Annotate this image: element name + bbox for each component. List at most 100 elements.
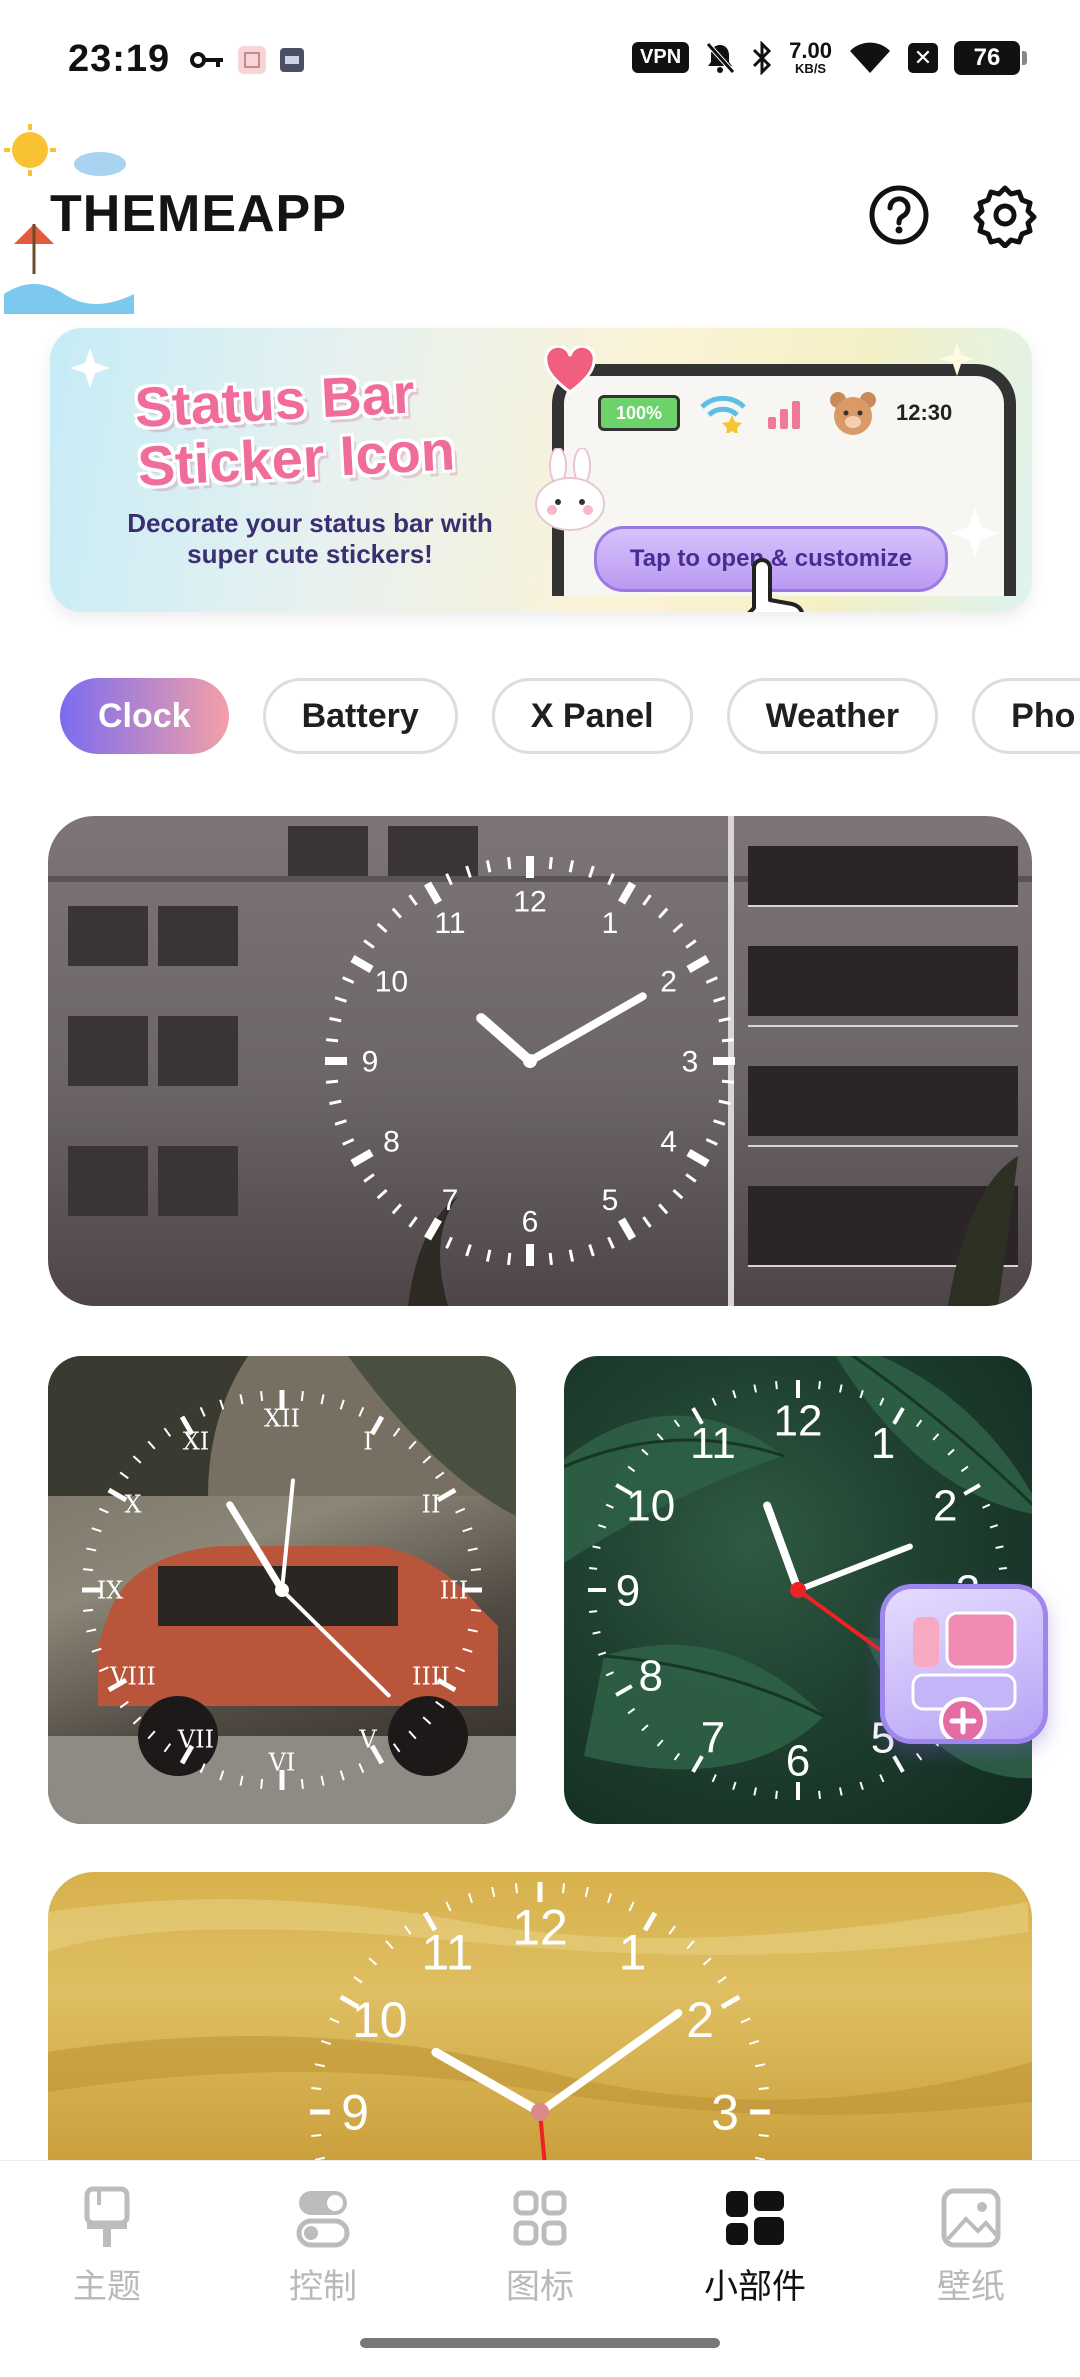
clock-number: 1 xyxy=(619,1924,647,1980)
clock-tick xyxy=(455,1666,466,1673)
clock-tick xyxy=(718,1016,731,1023)
clock-widget-card[interactable]: 121234567891011 xyxy=(48,816,1032,1306)
clock-widget-card[interactable]: 121234567891011 xyxy=(48,1872,1032,2172)
clock-tick xyxy=(199,1406,206,1417)
clock-number: I xyxy=(363,1427,372,1455)
clock-tick xyxy=(718,1099,731,1106)
clock-tick xyxy=(339,1399,345,1410)
clock-tick xyxy=(392,1427,401,1437)
clock-tick xyxy=(462,1647,473,1653)
add-widget-button[interactable] xyxy=(880,1584,1048,1745)
clock-tick xyxy=(548,1252,553,1266)
clock-hand xyxy=(795,1543,913,1593)
clock-number: V xyxy=(358,1725,377,1753)
clock-tick xyxy=(358,1763,365,1774)
clock-tick xyxy=(404,1925,412,1935)
clock-tick xyxy=(658,1203,669,1215)
gear-icon xyxy=(973,185,1037,248)
brush-icon xyxy=(84,2186,130,2247)
clock-tick xyxy=(685,939,697,949)
help-button[interactable] xyxy=(864,180,934,250)
clock-tick xyxy=(507,1252,512,1266)
clock-tick xyxy=(686,955,710,973)
clock-tick xyxy=(732,1781,737,1791)
clock-tick xyxy=(91,1647,102,1653)
clock-tick xyxy=(998,1567,1007,1570)
clock-tick xyxy=(607,873,615,886)
settings-button[interactable] xyxy=(970,180,1040,250)
clock-tick xyxy=(455,1507,466,1514)
phone-status-strip: 100% 12:30 xyxy=(598,390,952,436)
clock-face: 121234567891011 xyxy=(310,1882,770,2172)
clock-tick xyxy=(672,1189,684,1200)
bunny-sticker-icon xyxy=(535,448,605,531)
clock-tick xyxy=(408,894,418,906)
clock-number: IX xyxy=(97,1576,124,1604)
clock-tick xyxy=(445,873,453,886)
clock-tick xyxy=(584,1886,589,1898)
clock-tick xyxy=(758,2086,769,2090)
clock-number: VIII xyxy=(109,1662,156,1690)
clock-tick xyxy=(353,1976,363,1984)
tab-battery[interactable]: Battery xyxy=(262,678,458,754)
app-title: THEMEAPP xyxy=(50,185,347,243)
widget-add-icon xyxy=(911,1611,1017,1745)
clock-tick xyxy=(98,1666,109,1673)
clock-tick xyxy=(325,1038,339,1043)
clock-tick xyxy=(86,1628,97,1633)
clock-number: 4 xyxy=(660,1126,677,1159)
tab-clock[interactable]: Clock xyxy=(60,678,229,754)
clock-tick xyxy=(422,1716,432,1725)
clock-number: 2 xyxy=(660,966,677,999)
nav-item-icons[interactable]: 图标 xyxy=(465,2185,615,2308)
tab-x-panel[interactable]: X Panel xyxy=(491,678,693,754)
clock-tick xyxy=(91,1527,102,1533)
clock-tick xyxy=(753,1384,757,1393)
sticker-banner[interactable]: Status Bar Sticker Icon Decorate your st… xyxy=(50,328,1032,612)
clock-tick xyxy=(408,1440,417,1450)
clock-tick xyxy=(702,1957,712,1966)
clock-tick xyxy=(119,1471,129,1480)
nav-item-control[interactable]: 控制 xyxy=(248,2185,398,2308)
clock-tick xyxy=(239,1775,244,1786)
clock-tick xyxy=(656,1739,664,1747)
clock-tick xyxy=(147,1730,156,1740)
home-indicator[interactable] xyxy=(360,2338,720,2348)
mini-time: 12:30 xyxy=(896,400,953,425)
help-circle-icon xyxy=(869,185,929,245)
banner-subtitle: Decorate your status bar with super cute… xyxy=(127,508,493,570)
clock-hand xyxy=(280,1478,295,1592)
clock-tick xyxy=(548,856,553,870)
clock-tick xyxy=(641,1724,649,1732)
clock-tick xyxy=(422,1455,432,1464)
clock-tick xyxy=(989,1524,999,1529)
battery-indicator: 76 xyxy=(954,40,1027,75)
clock-tick xyxy=(219,1399,225,1410)
clock-tick xyxy=(376,1189,388,1200)
nav-item-wallpaper[interactable]: 壁纸 xyxy=(896,2185,1046,2308)
clock-face: XIIIIIIIIIIIIVVIVIIVIIIIXXXI xyxy=(82,1390,482,1790)
clock-tick xyxy=(673,1752,681,1761)
nav-item-themes[interactable]: 主题 xyxy=(32,2185,182,2308)
clock-tick xyxy=(119,1700,129,1709)
grid-icon xyxy=(513,2190,567,2246)
clock-tick xyxy=(363,939,375,949)
clock-center xyxy=(275,1583,289,1597)
clock-tick xyxy=(720,1994,741,2010)
tab-weather[interactable]: Weather xyxy=(726,678,939,754)
clock-tick xyxy=(485,1249,492,1262)
clock-widget-card[interactable]: XII I II III IIII V VI VII VIII IX X XI xyxy=(48,1356,516,1824)
clock-tick xyxy=(607,1236,615,1249)
clock-tick xyxy=(932,1433,940,1441)
tab-photo[interactable]: Pho xyxy=(972,678,1080,754)
clock-tick xyxy=(656,1433,664,1441)
clock-number: 1 xyxy=(602,907,619,940)
nav-item-widgets[interactable]: 小部件 xyxy=(680,2185,830,2308)
clock-tick xyxy=(368,1957,378,1966)
clock-tick xyxy=(995,1545,1004,1549)
bell-muted-icon xyxy=(706,41,736,74)
clock-tick xyxy=(562,1883,566,1894)
clock-tick xyxy=(445,1236,453,1249)
clock-tick xyxy=(436,1487,457,1503)
clock-tick xyxy=(705,976,718,984)
